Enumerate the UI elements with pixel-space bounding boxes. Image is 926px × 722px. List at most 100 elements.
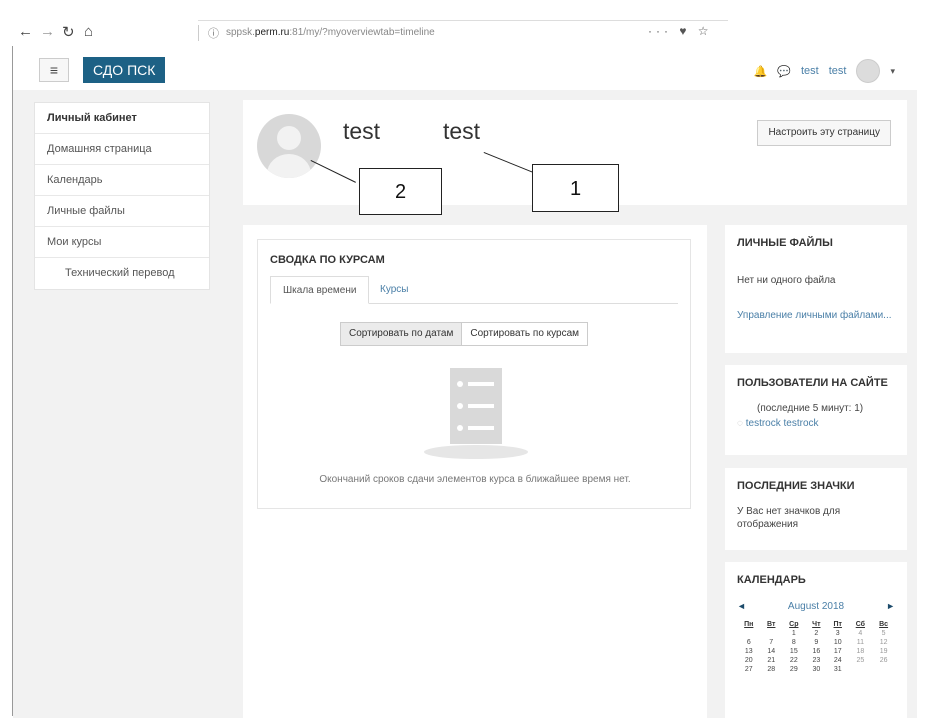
calendar-day[interactable]: 24 — [827, 656, 849, 665]
calendar-title: КАЛЕНДАРЬ — [737, 574, 806, 586]
url-text[interactable]: sppsk.perm.ru:81/my/?myoverviewtab=timel… — [226, 27, 435, 38]
calendar-day[interactable]: 17 — [827, 647, 849, 656]
browser-toolbar: ← → ↻ ⌂ ⓘ sppsk.perm.ru:81/my/?myovervie… — [12, 20, 917, 46]
drawer-item-course[interactable]: Технический перевод — [35, 258, 209, 289]
calendar-day — [872, 665, 895, 674]
address-bar[interactable]: ⓘ sppsk.perm.ru:81/my/?myoverviewtab=tim… — [198, 20, 728, 44]
drawer-item-dashboard[interactable]: Личный кабинет — [35, 103, 209, 134]
online-users-period: (последние 5 минут: 1) — [757, 403, 864, 414]
calendar-prev-icon[interactable]: ◄ — [737, 601, 746, 612]
page-actions-icons[interactable]: ··· ♥ ☆ — [648, 24, 713, 38]
site-info-icon[interactable]: ⓘ — [208, 25, 219, 41]
page-body: Личный кабинет Домашняя страница Календа… — [13, 90, 917, 722]
calendar-day[interactable]: 23 — [806, 656, 827, 665]
recent-badges-title: ПОСЛЕДНИЕ ЗНАЧКИ — [737, 480, 855, 492]
callout-label-1: 1 — [532, 164, 619, 212]
sort-button-group: Сортировать по датам Сортировать по курс… — [340, 322, 589, 346]
calendar-day[interactable]: 25 — [849, 656, 873, 665]
reload-icon[interactable]: ↻ — [62, 23, 75, 41]
empty-list-icon — [424, 368, 528, 459]
overview-tabs: Шкала времени Курсы — [270, 276, 678, 304]
calendar-weekday-1: Вт — [767, 621, 776, 628]
calendar-next-icon[interactable]: ► — [886, 601, 895, 612]
calendar-weekday-5: Сб — [855, 621, 865, 628]
calendar-month-link[interactable]: August 2018 — [788, 601, 844, 612]
calendar-day[interactable]: 16 — [806, 647, 827, 656]
tab-timeline[interactable]: Шкала времени — [270, 276, 370, 304]
calendar-weekday-2: Ср — [789, 621, 799, 628]
calendar-week: 6 7 8 9 10 11 12 — [737, 638, 895, 647]
calendar-day[interactable]: 13 — [737, 647, 761, 656]
calendar-day[interactable]: 28 — [761, 665, 782, 674]
calendar-day[interactable]: 21 — [761, 656, 782, 665]
recent-badges-block: ПОСЛЕДНИЕ ЗНАЧКИ У Вас нет значков для о… — [725, 468, 907, 550]
customize-page-button[interactable]: Настроить эту страницу — [757, 120, 891, 146]
calendar-day[interactable]: 15 — [782, 647, 806, 656]
drawer-item-my-courses[interactable]: Мои курсы — [35, 227, 209, 258]
private-files-empty-text: Нет ни одного файла — [737, 275, 836, 286]
overview-title: СВОДКА ПО КУРСАМ — [270, 254, 385, 266]
calendar-day[interactable]: 4 — [849, 629, 873, 638]
course-overview-block: СВОДКА ПО КУРСАМ Шкала времени Курсы Сор… — [257, 239, 691, 509]
calendar-day — [849, 665, 873, 674]
calendar-day[interactable]: 19 — [872, 647, 895, 656]
site-brand-link[interactable]: СДО ПСК — [83, 57, 166, 83]
user-menu-first-name[interactable]: test — [801, 65, 819, 77]
calendar-day[interactable]: 3 — [827, 629, 849, 638]
callout-label-2: 2 — [359, 168, 442, 215]
calendar-day[interactable]: 2 — [806, 629, 827, 638]
sort-by-dates-button[interactable]: Сортировать по датам — [341, 323, 463, 345]
calendar-day[interactable]: 6 — [737, 638, 761, 647]
calendar-day[interactable]: 14 — [761, 647, 782, 656]
calendar-header: ◄ August 2018 ► — [737, 601, 895, 612]
recent-badges-text: У Вас нет значков для отображения — [737, 506, 841, 530]
online-users-block: ПОЛЬЗОВАТЕЛИ НА САЙТЕ (последние 5 минут… — [725, 365, 907, 455]
calendar-weekday-6: Вс — [879, 621, 889, 628]
calendar-day[interactable]: 5 — [872, 629, 895, 638]
calendar-day[interactable]: 22 — [782, 656, 806, 665]
drawer-item-calendar[interactable]: Календарь — [35, 165, 209, 196]
calendar-day — [761, 629, 782, 638]
calendar-day[interactable]: 9 — [806, 638, 827, 647]
user-first-name: test — [343, 118, 381, 144]
calendar-block: КАЛЕНДАРЬ ◄ August 2018 ► Пн Вт Ср Чт Пт Сб Вс… — [725, 562, 907, 722]
user-avatar-icon[interactable] — [856, 59, 881, 83]
notifications-bell-icon[interactable]: 🔔 — [754, 65, 768, 78]
calendar-day[interactable]: 11 — [849, 638, 873, 647]
calendar-day[interactable]: 18 — [849, 647, 873, 656]
calendar-day — [737, 629, 761, 638]
drawer-item-home[interactable]: Домашняя страница — [35, 134, 209, 165]
calendar-day[interactable]: 8 — [782, 638, 806, 647]
calendar-day[interactable]: 29 — [782, 665, 806, 674]
chevron-down-icon[interactable]: ▾ — [890, 66, 895, 77]
calendar-week: 12345 — [737, 629, 895, 638]
profile-avatar-icon[interactable] — [257, 114, 321, 178]
address-divider — [198, 25, 199, 41]
drawer-item-private-files[interactable]: Личные файлы — [35, 196, 209, 227]
online-users-title: ПОЛЬЗОВАТЕЛИ НА САЙТЕ — [737, 377, 888, 389]
forward-icon[interactable]: → — [40, 23, 55, 40]
private-files-title: ЛИЧНЫЕ ФАЙЛЫ — [737, 237, 833, 249]
calendar-grid: Пн Вт Ср Чт Пт Сб Вс 1 2 3 4 5 6 7 8 9 10 11 12 13 14 15 16 17… — [737, 620, 895, 674]
calendar-day[interactable]: 7 — [761, 638, 782, 647]
calendar-day[interactable]: 12 — [872, 638, 895, 647]
user-icon: ◌ — [737, 418, 746, 429]
manage-files-link[interactable]: Управление личными файлами... — [737, 309, 895, 322]
calendar-day[interactable]: 26 — [872, 656, 895, 665]
calendar-day[interactable]: 27 — [737, 665, 761, 674]
calendar-day[interactable]: 30 — [806, 665, 827, 674]
calendar-day[interactable]: 10 — [827, 638, 849, 647]
private-files-block: ЛИЧНЫЕ ФАЙЛЫ Нет ни одного файла Управле… — [725, 225, 907, 353]
sort-by-courses-button[interactable]: Сортировать по курсам — [462, 323, 588, 345]
calendar-day[interactable]: 20 — [737, 656, 761, 665]
calendar-day[interactable]: 1 — [782, 629, 806, 638]
tab-courses[interactable]: Курсы — [368, 276, 420, 304]
user-menu-last-name[interactable]: test — [829, 65, 847, 77]
calendar-day[interactable]: 31 — [827, 665, 849, 674]
back-icon[interactable]: ← — [18, 23, 33, 40]
messages-chat-icon[interactable]: 💬 — [777, 65, 791, 78]
online-user-item[interactable]: ◌ testrock testrock — [737, 417, 895, 430]
menu-toggle-button[interactable]: ≡ — [39, 58, 69, 82]
nav-drawer: Личный кабинет Домашняя страница Календа… — [34, 102, 210, 290]
home-icon[interactable]: ⌂ — [84, 23, 93, 40]
